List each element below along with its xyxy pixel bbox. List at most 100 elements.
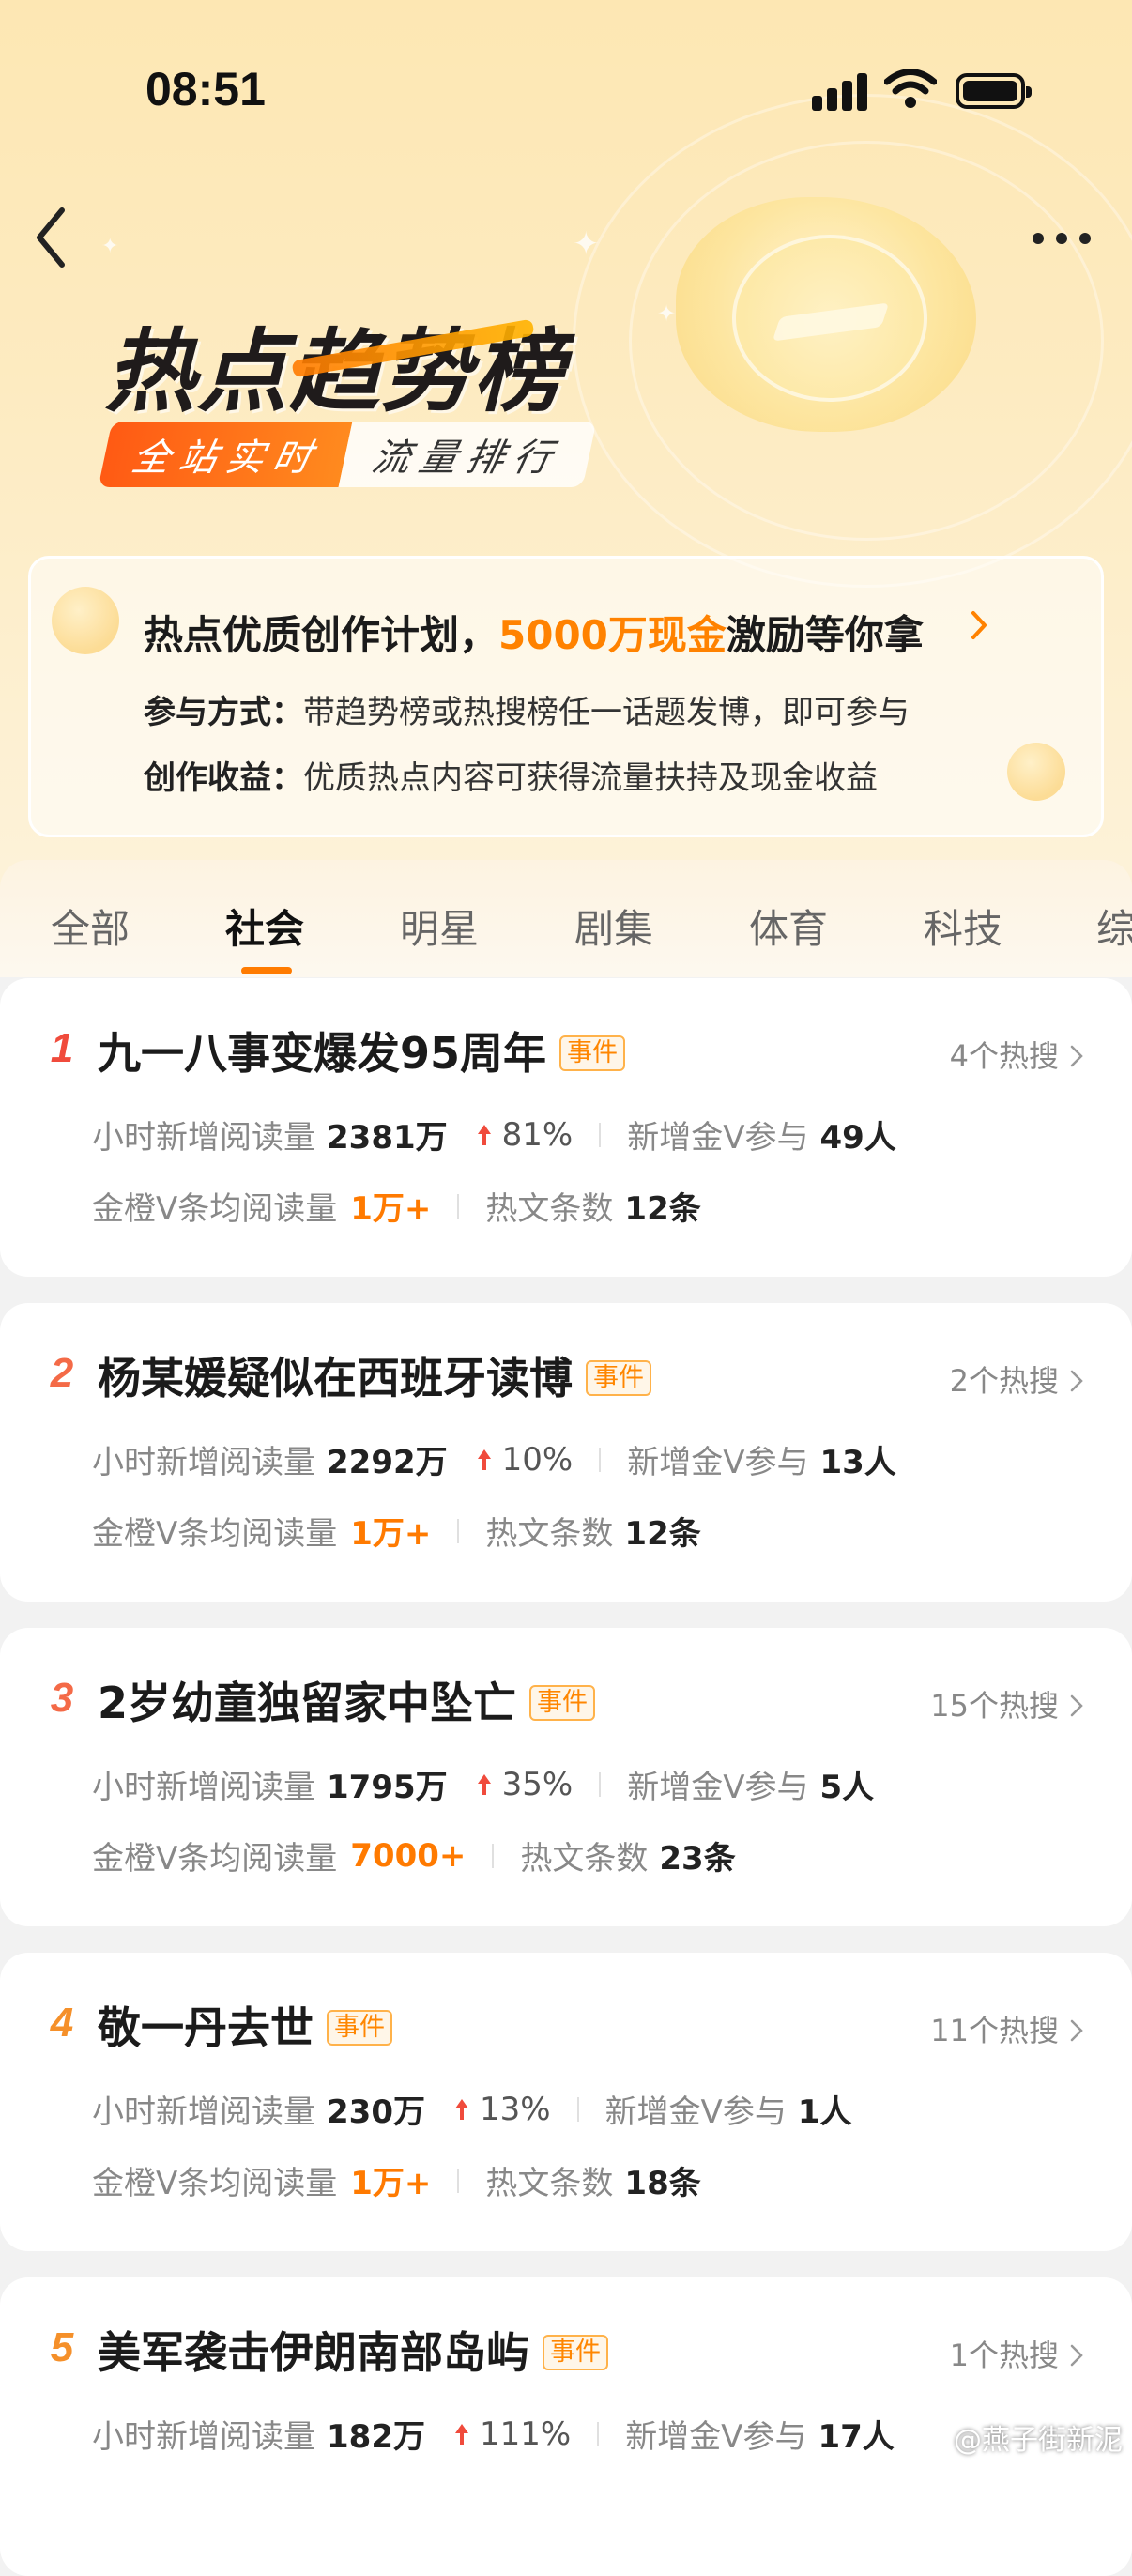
tagline-ranking: 流量排行 [338, 422, 597, 487]
hourly-reads-value: 230万 [327, 2093, 425, 2131]
tab-society[interactable]: 社会 [225, 897, 304, 955]
gold-v-label: 新增金V参与 [604, 2093, 787, 2131]
hourly-reads-label: 小时新增阅读量 [92, 1769, 315, 1806]
hourly-reads-value: 1795万 [327, 1769, 448, 1806]
hot-search-count[interactable]: 11个热搜 [930, 2007, 1083, 2050]
tab-tech[interactable]: 科技 [924, 897, 1002, 955]
hot-posts-value: 12条 [624, 1190, 701, 1228]
promo-earnings: 创作收益：优质热点内容可获得流量扶持及现金收益 [144, 759, 878, 797]
sparkle-icon: ✦ [657, 300, 677, 327]
stats-row-1: 小时新增阅读量 2381万 81% 新增金V参与 49人 [92, 1112, 896, 1158]
rank-number: 4 [50, 2000, 74, 2046]
chevron-right-icon [1070, 2344, 1083, 2367]
hot-posts-value: 23条 [659, 1840, 736, 1878]
hot-posts-value: 18条 [624, 2165, 701, 2202]
stats-row-1: 小时新增阅读量 182万 111% 新增金V参与 17人 [92, 2411, 895, 2457]
hot-posts-label: 热文条数 [485, 1190, 614, 1228]
trend-card[interactable]: 4 敬一丹去世 事件 11个热搜 小时新增阅读量 230万 13% 新增金V参与 … [0, 1953, 1132, 2251]
sparkle-icon: ✦ [573, 225, 600, 263]
growth-percent: 81% [501, 1115, 574, 1154]
avg-reads-value: 1万+ [350, 1515, 432, 1553]
tab-variety[interactable]: 综 [1096, 897, 1132, 955]
trend-title: 2岁幼童独留家中坠亡 事件 [98, 1669, 596, 1731]
avg-reads-label: 金橙V条均阅读量 [92, 1190, 338, 1228]
hourly-reads-value: 182万 [327, 2418, 425, 2456]
back-button[interactable] [32, 205, 69, 270]
rank-number: 3 [50, 1675, 74, 1721]
gold-v-label: 新增金V参与 [625, 2418, 807, 2456]
tab-all[interactable]: 全部 [51, 897, 130, 955]
trend-card[interactable]: 3 2岁幼童独留家中坠亡 事件 15个热搜 小时新增阅读量 1795万 35% 新… [0, 1628, 1132, 1926]
gold-v-label: 新增金V参与 [627, 1119, 809, 1157]
hourly-reads-label: 小时新增阅读量 [92, 1119, 315, 1157]
up-arrow-icon [477, 1124, 491, 1145]
category-tabs: 全部 社会 明星 剧集 体育 科技 综 [0, 860, 1132, 977]
up-arrow-icon [454, 2098, 468, 2120]
chevron-right-icon [971, 611, 987, 639]
more-options-button[interactable] [1029, 223, 1094, 252]
wifi-icon [884, 69, 937, 108]
avg-reads-value: 7000+ [350, 1836, 467, 1875]
status-time: 08:51 [145, 63, 266, 115]
hot-search-count[interactable]: 15个热搜 [930, 1682, 1083, 1725]
promo-title: 热点优质创作计划，5000万现金激励等你拿 [144, 612, 924, 658]
trend-card[interactable]: 1 九一八事变爆发95周年 事件 4个热搜 小时新增阅读量 2381万 81% 新… [0, 978, 1132, 1277]
stats-row-1: 小时新增阅读量 1795万 35% 新增金V参与 5人 [92, 1761, 874, 1807]
tab-celebrity[interactable]: 明星 [400, 897, 479, 955]
gold-v-value: 17人 [818, 2418, 895, 2456]
gold-v-value: 49人 [819, 1119, 896, 1157]
tab-sports[interactable]: 体育 [749, 897, 828, 955]
event-badge: 事件 [529, 1684, 596, 1721]
hourly-reads-label: 小时新增阅读量 [92, 1444, 315, 1481]
hot-posts-label: 热文条数 [520, 1840, 649, 1878]
hourly-reads-value: 2381万 [327, 1119, 448, 1157]
up-arrow-icon [477, 1773, 491, 1795]
avg-reads-label: 金橙V条均阅读量 [92, 2165, 338, 2202]
trend-title: 九一八事变爆发95周年 事件 [98, 1020, 626, 1081]
growth-percent: 111% [479, 2415, 572, 2453]
chevron-right-icon [1070, 2019, 1083, 2042]
rank-number: 2 [50, 1350, 74, 1396]
stats-row-2: 金橙V条均阅读量 1万+ 热文条数 12条 [92, 1508, 701, 1554]
hot-search-count[interactable]: 1个热搜 [950, 2332, 1083, 2375]
avg-reads-value: 1万+ [350, 2165, 432, 2202]
promo-participation: 参与方式：带趋势榜或热搜榜任一话题发博，即可参与 [144, 694, 910, 731]
rank-number: 5 [50, 2324, 74, 2370]
hot-posts-value: 12条 [624, 1515, 701, 1553]
tagline: 全站实时 流量排行 [98, 421, 597, 488]
gold-v-label: 新增金V参与 [627, 1444, 809, 1481]
hourly-reads-label: 小时新增阅读量 [92, 2418, 315, 2456]
hourly-reads-label: 小时新增阅读量 [92, 2093, 315, 2131]
header-banner: ✦ ✦ ✦ 08:51 热点趋势榜 全站实时 流量排行 热点优质创作计划，500… [0, 0, 1132, 967]
trend-title: 美军袭击伊朗南部岛屿 事件 [98, 2319, 608, 2381]
up-arrow-icon [454, 2423, 468, 2445]
trend-title: 杨某媛疑似在西班牙读博 事件 [98, 1344, 651, 1406]
coin-icon [52, 587, 119, 654]
chevron-right-icon [1070, 1370, 1083, 1392]
stats-row-2: 金橙V条均阅读量 1万+ 热文条数 18条 [92, 2157, 701, 2203]
gold-v-label: 新增金V参与 [627, 1769, 809, 1806]
status-bar: 08:51 [0, 0, 1132, 115]
event-badge: 事件 [559, 1035, 626, 1071]
stats-row-1: 小时新增阅读量 230万 13% 新增金V参与 1人 [92, 2086, 852, 2132]
sparkle-icon: ✦ [101, 235, 119, 258]
event-badge: 事件 [586, 1359, 651, 1396]
gold-v-value: 1人 [797, 2093, 852, 2131]
hot-posts-label: 热文条数 [485, 2165, 614, 2202]
trend-card[interactable]: 2 杨某媛疑似在西班牙读博 事件 2个热搜 小时新增阅读量 2292万 10% 新… [0, 1303, 1132, 1602]
trend-title: 敬一丹去世 事件 [98, 1994, 392, 2056]
stats-row-2: 金橙V条均阅读量 1万+ 热文条数 12条 [92, 1183, 701, 1229]
active-tab-indicator [241, 967, 292, 974]
up-arrow-icon [477, 1449, 491, 1470]
hourly-reads-value: 2292万 [327, 1444, 448, 1481]
hot-search-count[interactable]: 4个热搜 [950, 1033, 1083, 1076]
growth-percent: 13% [479, 2090, 551, 2128]
coin-icon [1007, 743, 1065, 801]
tab-drama[interactable]: 剧集 [574, 897, 653, 955]
hot-search-count[interactable]: 2个热搜 [950, 1357, 1083, 1401]
creator-program-banner[interactable]: 热点优质创作计划，5000万现金激励等你拿 参与方式：带趋势榜或热搜榜任一话题发… [28, 556, 1104, 837]
growth-percent: 10% [501, 1440, 574, 1479]
avg-reads-label: 金橙V条均阅读量 [92, 1840, 338, 1878]
stats-row-2: 金橙V条均阅读量 7000+ 热文条数 23条 [92, 1832, 736, 1878]
gold-v-value: 13人 [819, 1444, 896, 1481]
